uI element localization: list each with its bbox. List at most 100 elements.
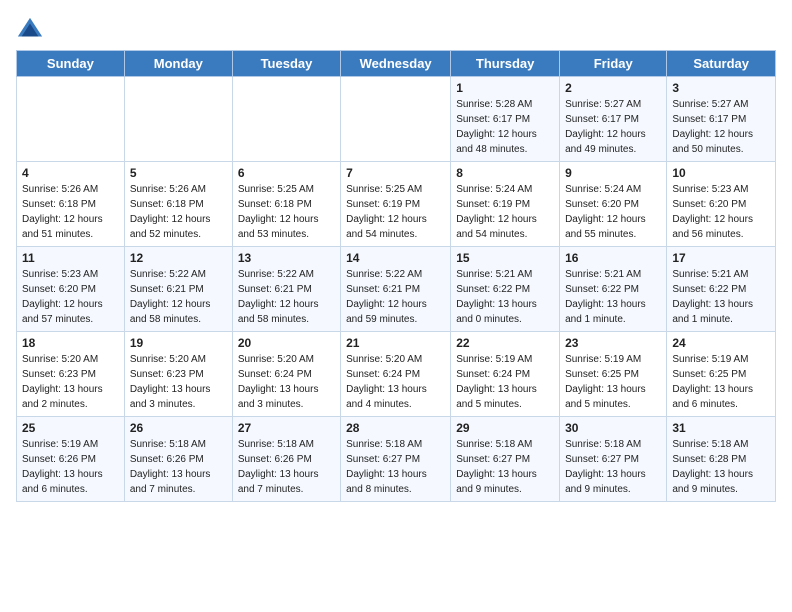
week-row-3: 11 Sunrise: 5:23 AM Sunset: 6:20 PM Dayli… [17,247,776,332]
day-cell: 10Sunrise: 5:23 AM Sunset: 6:20 PM Dayli… [667,162,776,247]
day-number: 25 [22,421,119,435]
day-number: 12 [130,251,227,265]
day-info: Sunrise: 5:25 AM Sunset: 6:19 PM Dayligh… [346,182,445,242]
day-info: Sunrise: 5:19 AM Sunset: 6:25 PM Dayligh… [672,352,770,412]
day-cell: 18 Sunrise: 5:20 AM Sunset: 6:23 PM Dayli… [17,332,125,417]
day-number: 27 [238,421,335,435]
day-info: Sunrise: 5:18 AM Sunset: 6:27 PM Dayligh… [456,437,554,497]
day-info: Sunrise: 5:22 AM Sunset: 6:21 PM Dayligh… [346,267,445,327]
day-number: 18 [22,336,119,350]
day-cell [124,77,232,162]
day-cell: 3 Sunrise: 5:27 AM Sunset: 6:17 PM Daylig… [667,77,776,162]
day-cell [17,77,125,162]
day-info: Sunrise: 5:18 AM Sunset: 6:27 PM Dayligh… [565,437,661,497]
calendar-header: SundayMondayTuesdayWednesdayThursdayFrid… [17,51,776,77]
day-cell: 23Sunrise: 5:19 AM Sunset: 6:25 PM Dayli… [560,332,667,417]
day-info: Sunrise: 5:18 AM Sunset: 6:26 PM Dayligh… [130,437,227,497]
day-number: 5 [130,166,227,180]
page-container: SundayMondayTuesdayWednesdayThursdayFrid… [0,0,792,512]
day-info: Sunrise: 5:19 AM Sunset: 6:24 PM Dayligh… [456,352,554,412]
day-info: Sunrise: 5:20 AM Sunset: 6:23 PM Dayligh… [22,352,119,412]
day-info: Sunrise: 5:20 AM Sunset: 6:24 PM Dayligh… [238,352,335,412]
day-number: 24 [672,336,770,350]
day-info: Sunrise: 5:20 AM Sunset: 6:23 PM Dayligh… [130,352,227,412]
day-info: Sunrise: 5:21 AM Sunset: 6:22 PM Dayligh… [456,267,554,327]
day-info: Sunrise: 5:23 AM Sunset: 6:20 PM Dayligh… [672,182,770,242]
day-number: 17 [672,251,770,265]
day-number: 22 [456,336,554,350]
day-number: 7 [346,166,445,180]
day-info: Sunrise: 5:24 AM Sunset: 6:19 PM Dayligh… [456,182,554,242]
day-number: 6 [238,166,335,180]
day-cell: 16Sunrise: 5:21 AM Sunset: 6:22 PM Dayli… [560,247,667,332]
day-info: Sunrise: 5:20 AM Sunset: 6:24 PM Dayligh… [346,352,445,412]
logo-icon [16,16,44,44]
day-cell: 4 Sunrise: 5:26 AM Sunset: 6:18 PM Daylig… [17,162,125,247]
week-row-4: 18 Sunrise: 5:20 AM Sunset: 6:23 PM Dayli… [17,332,776,417]
week-row-2: 4 Sunrise: 5:26 AM Sunset: 6:18 PM Daylig… [17,162,776,247]
day-cell: 15 Sunrise: 5:21 AM Sunset: 6:22 PM Dayli… [451,247,560,332]
day-number: 13 [238,251,335,265]
day-cell: 31 Sunrise: 5:18 AM Sunset: 6:28 PM Dayli… [667,417,776,502]
day-cell: 9 Sunrise: 5:24 AM Sunset: 6:20 PM Daylig… [560,162,667,247]
header [16,16,776,44]
day-cell [341,77,451,162]
day-info: Sunrise: 5:18 AM Sunset: 6:28 PM Dayligh… [672,437,770,497]
day-info: Sunrise: 5:22 AM Sunset: 6:21 PM Dayligh… [130,267,227,327]
day-info: Sunrise: 5:18 AM Sunset: 6:26 PM Dayligh… [238,437,335,497]
day-number: 26 [130,421,227,435]
day-header-thursday: Thursday [451,51,560,77]
day-cell: 6 Sunrise: 5:25 AM Sunset: 6:18 PM Daylig… [232,162,340,247]
day-cell [232,77,340,162]
calendar-body: 1 Sunrise: 5:28 AM Sunset: 6:17 PM Daylig… [17,77,776,502]
day-header-sunday: Sunday [17,51,125,77]
day-info: Sunrise: 5:19 AM Sunset: 6:26 PM Dayligh… [22,437,119,497]
day-cell: 13Sunrise: 5:22 AM Sunset: 6:21 PM Dayli… [232,247,340,332]
logo [16,16,48,44]
day-number: 14 [346,251,445,265]
day-number: 28 [346,421,445,435]
week-row-1: 1 Sunrise: 5:28 AM Sunset: 6:17 PM Daylig… [17,77,776,162]
day-cell: 28 Sunrise: 5:18 AM Sunset: 6:27 PM Dayli… [341,417,451,502]
day-info: Sunrise: 5:27 AM Sunset: 6:17 PM Dayligh… [672,97,770,157]
day-header-friday: Friday [560,51,667,77]
day-number: 15 [456,251,554,265]
day-info: Sunrise: 5:23 AM Sunset: 6:20 PM Dayligh… [22,267,119,327]
days-of-week-row: SundayMondayTuesdayWednesdayThursdayFrid… [17,51,776,77]
day-cell: 24 Sunrise: 5:19 AM Sunset: 6:25 PM Dayli… [667,332,776,417]
day-info: Sunrise: 5:27 AM Sunset: 6:17 PM Dayligh… [565,97,661,157]
day-cell: 19Sunrise: 5:20 AM Sunset: 6:23 PM Dayli… [124,332,232,417]
day-info: Sunrise: 5:26 AM Sunset: 6:18 PM Dayligh… [22,182,119,242]
day-number: 21 [346,336,445,350]
day-number: 8 [456,166,554,180]
day-number: 9 [565,166,661,180]
day-cell: 1 Sunrise: 5:28 AM Sunset: 6:17 PM Daylig… [451,77,560,162]
day-header-monday: Monday [124,51,232,77]
day-info: Sunrise: 5:19 AM Sunset: 6:25 PM Dayligh… [565,352,661,412]
day-info: Sunrise: 5:21 AM Sunset: 6:22 PM Dayligh… [565,267,661,327]
day-info: Sunrise: 5:28 AM Sunset: 6:17 PM Dayligh… [456,97,554,157]
day-info: Sunrise: 5:24 AM Sunset: 6:20 PM Dayligh… [565,182,661,242]
day-number: 3 [672,81,770,95]
day-cell: 22 Sunrise: 5:19 AM Sunset: 6:24 PM Dayli… [451,332,560,417]
day-info: Sunrise: 5:18 AM Sunset: 6:27 PM Dayligh… [346,437,445,497]
day-cell: 17Sunrise: 5:21 AM Sunset: 6:22 PM Dayli… [667,247,776,332]
day-cell: 7 Sunrise: 5:25 AM Sunset: 6:19 PM Daylig… [341,162,451,247]
day-cell: 8 Sunrise: 5:24 AM Sunset: 6:19 PM Daylig… [451,162,560,247]
day-number: 11 [22,251,119,265]
day-info: Sunrise: 5:25 AM Sunset: 6:18 PM Dayligh… [238,182,335,242]
calendar-table: SundayMondayTuesdayWednesdayThursdayFrid… [16,50,776,502]
day-cell: 25 Sunrise: 5:19 AM Sunset: 6:26 PM Dayli… [17,417,125,502]
day-cell: 26 Sunrise: 5:18 AM Sunset: 6:26 PM Dayli… [124,417,232,502]
day-cell: 14 Sunrise: 5:22 AM Sunset: 6:21 PM Dayli… [341,247,451,332]
day-number: 31 [672,421,770,435]
day-cell: 27 Sunrise: 5:18 AM Sunset: 6:26 PM Dayli… [232,417,340,502]
day-info: Sunrise: 5:26 AM Sunset: 6:18 PM Dayligh… [130,182,227,242]
day-cell: 2Sunrise: 5:27 AM Sunset: 6:17 PM Daylig… [560,77,667,162]
day-number: 4 [22,166,119,180]
day-cell: 21 Sunrise: 5:20 AM Sunset: 6:24 PM Dayli… [341,332,451,417]
day-cell: 12 Sunrise: 5:22 AM Sunset: 6:21 PM Dayli… [124,247,232,332]
day-cell: 20Sunrise: 5:20 AM Sunset: 6:24 PM Dayli… [232,332,340,417]
day-header-wednesday: Wednesday [341,51,451,77]
day-number: 1 [456,81,554,95]
